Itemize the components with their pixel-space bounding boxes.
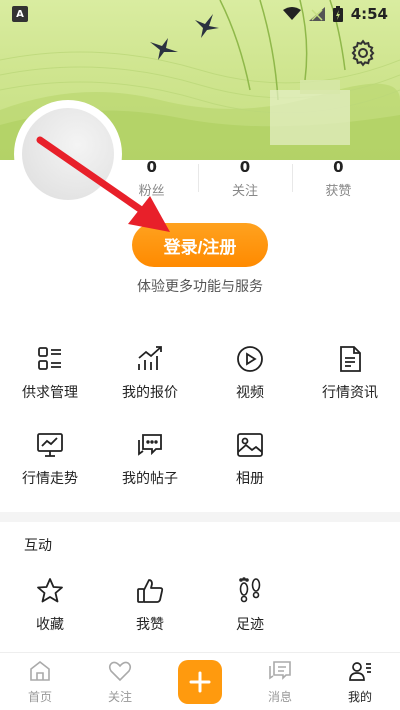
tools-grid: 供求管理 我的报价 视频 行情资讯 行情走势 我的帖子 相册 — [0, 338, 400, 510]
star-icon — [37, 578, 63, 603]
list-grid-icon — [38, 347, 61, 370]
menu-item-video[interactable]: 视频 — [200, 338, 300, 424]
menu-item-my-likes[interactable]: 我赞 — [100, 570, 200, 656]
footprints-icon — [239, 577, 261, 603]
chat-bubbles-icon — [138, 434, 162, 456]
tab-mine[interactable]: 我的 — [320, 653, 400, 710]
stat-value: 0 — [333, 158, 344, 176]
status-bar: A 4:54 — [0, 0, 400, 28]
stat-likes[interactable]: 0 获赞 — [291, 158, 385, 199]
menu-label: 我的帖子 — [122, 471, 178, 487]
menu-item-favorites[interactable]: 收藏 — [0, 570, 100, 656]
menu-item-footprints[interactable]: 足迹 — [200, 570, 300, 656]
stat-value: 0 — [146, 158, 157, 176]
tab-messages[interactable]: 消息 — [240, 653, 320, 710]
tab-label: 我的 — [347, 690, 372, 704]
menu-label: 足迹 — [236, 617, 264, 633]
document-icon — [340, 346, 361, 372]
gear-icon — [351, 39, 375, 67]
image-icon — [237, 433, 263, 457]
status-time: 4:54 — [350, 5, 388, 23]
profile-icon — [349, 662, 371, 681]
menu-label: 收藏 — [36, 617, 64, 633]
tab-label: 首页 — [27, 690, 52, 704]
login-subtitle: 体验更多功能与服务 — [137, 279, 263, 295]
menu-label: 视频 — [236, 385, 264, 401]
app-badge: A — [12, 6, 28, 22]
signal-icon — [308, 7, 325, 21]
wifi-icon — [282, 7, 301, 20]
tab-label: 关注 — [107, 690, 132, 704]
stat-label: 获赞 — [325, 184, 352, 199]
menu-label: 相册 — [236, 471, 264, 487]
plus-icon — [189, 671, 211, 693]
avatar[interactable] — [18, 104, 118, 204]
menu-label: 供求管理 — [22, 385, 78, 401]
menu-label: 我赞 — [136, 617, 164, 633]
tab-label: 消息 — [267, 690, 292, 704]
tab-home[interactable]: 首页 — [0, 653, 80, 710]
profile-stats: 0 粉丝 0 关注 0 获赞 — [105, 158, 385, 199]
home-icon — [30, 660, 50, 681]
menu-item-my-posts[interactable]: 我的帖子 — [100, 424, 200, 510]
stat-value: 0 — [239, 158, 251, 176]
menu-label: 行情资讯 — [322, 385, 378, 401]
menu-label: 我的报价 — [122, 385, 178, 401]
menu-label: 行情走势 — [22, 471, 78, 487]
menu-item-supply-demand[interactable]: 供求管理 — [0, 338, 100, 424]
stat-followers[interactable]: 0 粉丝 — [105, 158, 198, 199]
thumbs-up-icon — [137, 579, 164, 603]
bottom-tab-bar: 首页 关注 消息 我的 — [0, 652, 400, 710]
play-circle-icon — [237, 346, 263, 372]
interaction-grid: 收藏 我赞 足迹 — [0, 570, 400, 656]
avatar-placeholder — [22, 108, 114, 200]
menu-item-my-quotes[interactable]: 我的报价 — [100, 338, 200, 424]
publish-button[interactable] — [178, 660, 222, 704]
menu-item-market-trend[interactable]: 行情走势 — [0, 424, 100, 510]
login-register-button[interactable]: 登录/注册 — [132, 223, 268, 267]
settings-button[interactable] — [348, 38, 378, 68]
menu-item-market-news[interactable]: 行情资讯 — [300, 338, 400, 424]
interaction-section-title: 互动 — [24, 538, 52, 554]
stat-label: 粉丝 — [138, 184, 165, 199]
stat-following[interactable]: 0 关注 — [198, 158, 291, 199]
tab-follow[interactable]: 关注 — [80, 653, 160, 710]
chart-trend-icon — [138, 346, 162, 370]
tab-publish[interactable] — [160, 653, 240, 710]
monitor-chart-icon — [37, 433, 63, 457]
message-icon — [269, 661, 291, 680]
stat-label: 关注 — [231, 184, 258, 199]
heart-icon — [108, 661, 132, 682]
section-divider — [0, 512, 400, 522]
menu-item-album[interactable]: 相册 — [200, 424, 300, 510]
battery-icon — [332, 6, 343, 22]
